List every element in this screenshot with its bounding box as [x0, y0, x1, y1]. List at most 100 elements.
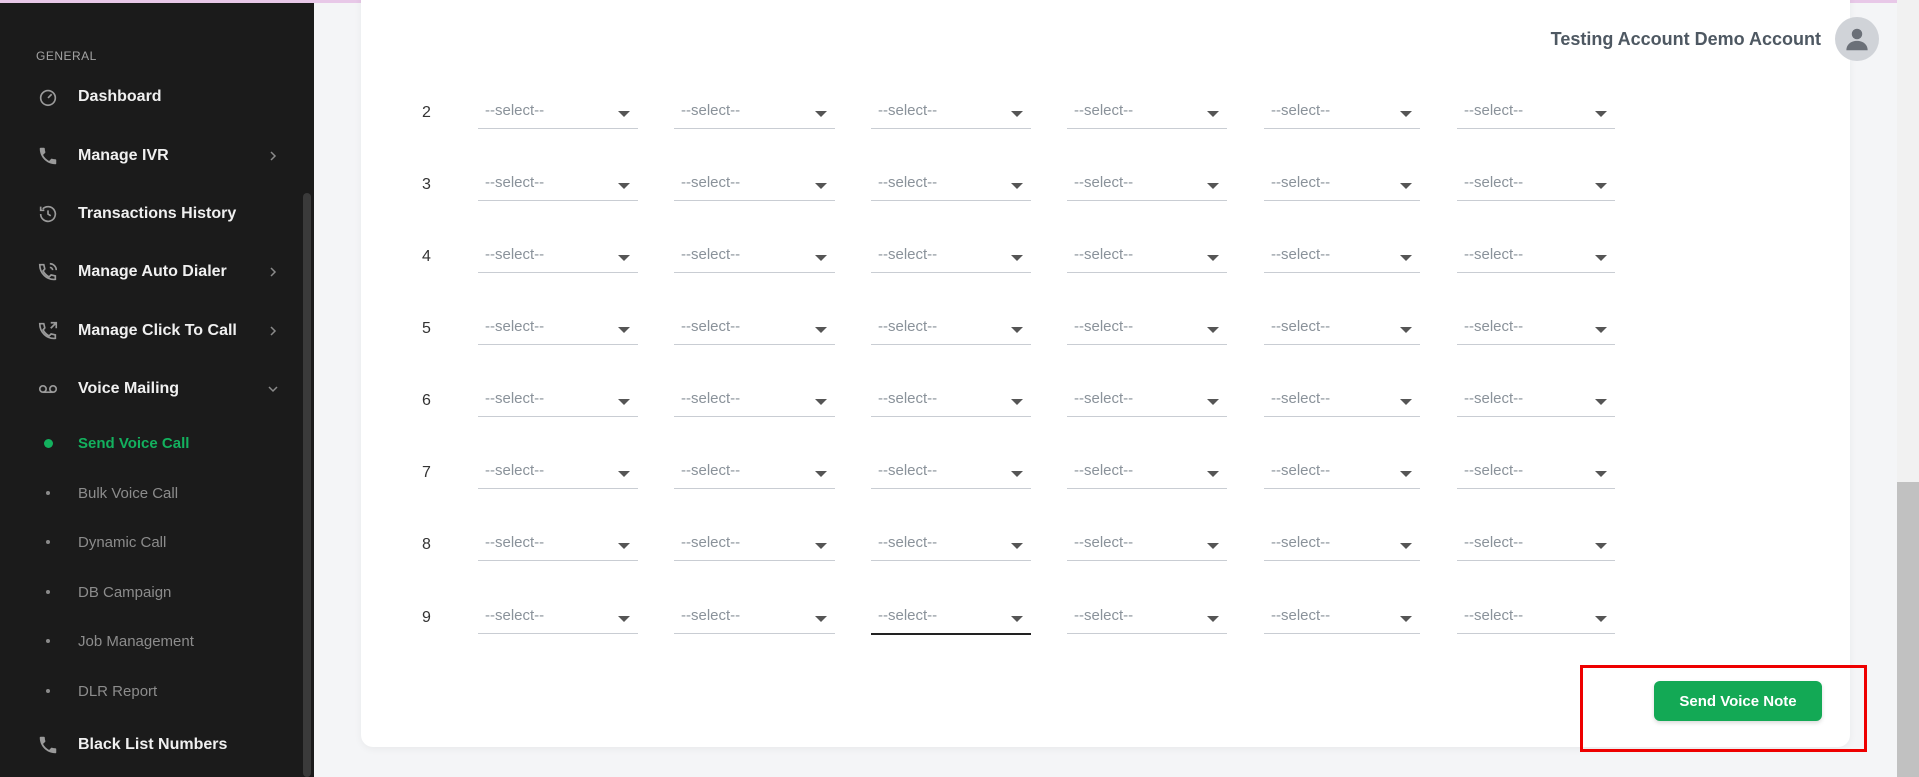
caret-down-icon: [1400, 183, 1412, 189]
select-dropdown[interactable]: --select--: [871, 530, 1031, 561]
sidebar-subitem-label: Send Voice Call: [78, 434, 190, 452]
select-dropdown[interactable]: --select--: [1264, 314, 1420, 345]
caret-down-icon: [815, 255, 827, 261]
select-dropdown[interactable]: --select--: [1457, 458, 1615, 489]
main-scrollbar[interactable]: [1897, 0, 1919, 777]
select-value: --select--: [681, 462, 741, 479]
caret-down-icon: [1595, 616, 1607, 622]
select-value: --select--: [681, 174, 741, 191]
caret-down-icon: [1011, 111, 1023, 117]
sidebar-item-label: Voice Mailing: [78, 380, 180, 397]
select-dropdown[interactable]: --select--: [1067, 530, 1227, 561]
select-dropdown[interactable]: --select--: [478, 603, 638, 634]
select-dropdown[interactable]: --select--: [674, 314, 835, 345]
select-dropdown[interactable]: --select--: [478, 170, 638, 201]
select-dropdown[interactable]: --select--: [1457, 386, 1615, 417]
caret-down-icon: [1207, 183, 1219, 189]
select-dropdown[interactable]: --select--: [478, 242, 638, 273]
select-dropdown[interactable]: --select--: [674, 170, 835, 201]
select-dropdown[interactable]: --select--: [478, 386, 638, 417]
select-dropdown[interactable]: --select--: [674, 530, 835, 561]
select-value: --select--: [878, 318, 938, 335]
select-dropdown[interactable]: --select--: [1067, 314, 1227, 345]
sidebar-item-black-list-numbers[interactable]: Black List Numbers: [0, 725, 290, 765]
sidebar-item-dashboard[interactable]: Dashboard: [0, 77, 290, 117]
sidebar-subitem-send-voice-call[interactable]: Send Voice Call: [0, 427, 290, 459]
select-dropdown[interactable]: --select--: [871, 170, 1031, 201]
select-dropdown[interactable]: --select--: [871, 242, 1031, 273]
caret-down-icon: [815, 183, 827, 189]
sidebar-subitem-bulk-voice-call[interactable]: Bulk Voice Call: [0, 477, 290, 509]
select-dropdown[interactable]: --select--: [674, 603, 835, 634]
sidebar-item-label: Manage IVR: [78, 147, 169, 164]
select-value: --select--: [878, 462, 938, 479]
sidebar-item-manage-ivr[interactable]: Manage IVR: [0, 136, 290, 176]
select-dropdown[interactable]: --select--: [1264, 242, 1420, 273]
sidebar-item-transactions-history[interactable]: Transactions History: [0, 194, 290, 234]
select-dropdown[interactable]: --select--: [871, 98, 1031, 129]
select-dropdown[interactable]: --select--: [1457, 98, 1615, 129]
send-voice-note-button[interactable]: Send Voice Note: [1654, 681, 1822, 721]
sidebar-item-manage-auto-dialer[interactable]: Manage Auto Dialer: [0, 252, 290, 292]
sidebar-subitem-job-management[interactable]: Job Management: [0, 625, 290, 657]
sidebar-subitem-db-campaign[interactable]: DB Campaign: [0, 576, 290, 608]
caret-down-icon: [1595, 543, 1607, 549]
select-dropdown[interactable]: --select--: [674, 386, 835, 417]
select-dropdown[interactable]: --select--: [1067, 170, 1227, 201]
sidebar-subitem-label: DLR Report: [78, 682, 158, 700]
select-dropdown[interactable]: --select--: [674, 242, 835, 273]
sidebar-subitem-label: DB Campaign: [78, 583, 172, 601]
select-dropdown[interactable]: --select--: [1067, 386, 1227, 417]
caret-down-icon: [1595, 255, 1607, 261]
select-dropdown[interactable]: --select--: [1067, 458, 1227, 489]
select-dropdown[interactable]: --select--: [674, 458, 835, 489]
caret-down-icon: [1011, 255, 1023, 261]
select-dropdown[interactable]: --select--: [478, 530, 638, 561]
select-value: --select--: [1464, 318, 1524, 335]
sidebar-item-label: Manage Click To Call: [78, 322, 237, 339]
caret-down-icon: [618, 111, 630, 117]
select-dropdown[interactable]: --select--: [478, 458, 638, 489]
select-dropdown[interactable]: --select--: [1457, 530, 1615, 561]
select-dropdown[interactable]: --select--: [1457, 314, 1615, 345]
select-dropdown[interactable]: --select--: [1067, 98, 1227, 129]
gauge-icon: [36, 85, 60, 109]
user-icon: [1846, 28, 1868, 51]
caret-down-icon: [618, 327, 630, 333]
select-dropdown[interactable]: --select--: [871, 386, 1031, 417]
main-scrollbar-thumb[interactable]: [1897, 482, 1919, 777]
select-dropdown[interactable]: --select--: [1457, 603, 1615, 634]
select-dropdown[interactable]: --select--: [1264, 458, 1420, 489]
select-dropdown[interactable]: --select--: [1264, 98, 1420, 129]
select-dropdown[interactable]: --select--: [1457, 170, 1615, 201]
select-dropdown[interactable]: --select--: [1264, 603, 1420, 634]
sidebar-item-voice-mailing[interactable]: Voice Mailing: [0, 369, 290, 409]
select-dropdown[interactable]: --select--: [871, 603, 1031, 635]
select-dropdown[interactable]: --select--: [1264, 386, 1420, 417]
sidebar-subitem-dynamic-call[interactable]: Dynamic Call: [0, 526, 290, 558]
sidebar-subitem-dlr-report[interactable]: DLR Report: [0, 675, 290, 707]
bullet-icon: [46, 689, 50, 693]
select-value: --select--: [1464, 174, 1524, 191]
select-value: --select--: [681, 607, 741, 624]
select-dropdown[interactable]: --select--: [1457, 242, 1615, 273]
caret-down-icon: [618, 255, 630, 261]
select-dropdown[interactable]: --select--: [1264, 170, 1420, 201]
select-dropdown[interactable]: --select--: [871, 314, 1031, 345]
phone-icon: [36, 733, 60, 757]
select-value: --select--: [1271, 534, 1331, 551]
sidebar-scrollbar[interactable]: [303, 193, 311, 777]
row-number: 2: [422, 104, 431, 121]
sidebar-item-manage-click-to-call[interactable]: Manage Click To Call: [0, 311, 290, 351]
phone-icon: [36, 144, 60, 168]
select-dropdown[interactable]: --select--: [478, 314, 638, 345]
select-dropdown[interactable]: --select--: [478, 98, 638, 129]
row-number: 7: [422, 464, 431, 481]
select-dropdown[interactable]: --select--: [1067, 242, 1227, 273]
caret-down-icon: [815, 399, 827, 405]
select-dropdown[interactable]: --select--: [1264, 530, 1420, 561]
select-dropdown[interactable]: --select--: [871, 458, 1031, 489]
select-dropdown[interactable]: --select--: [1067, 603, 1227, 634]
select-dropdown[interactable]: --select--: [674, 98, 835, 129]
avatar[interactable]: [1835, 17, 1879, 61]
